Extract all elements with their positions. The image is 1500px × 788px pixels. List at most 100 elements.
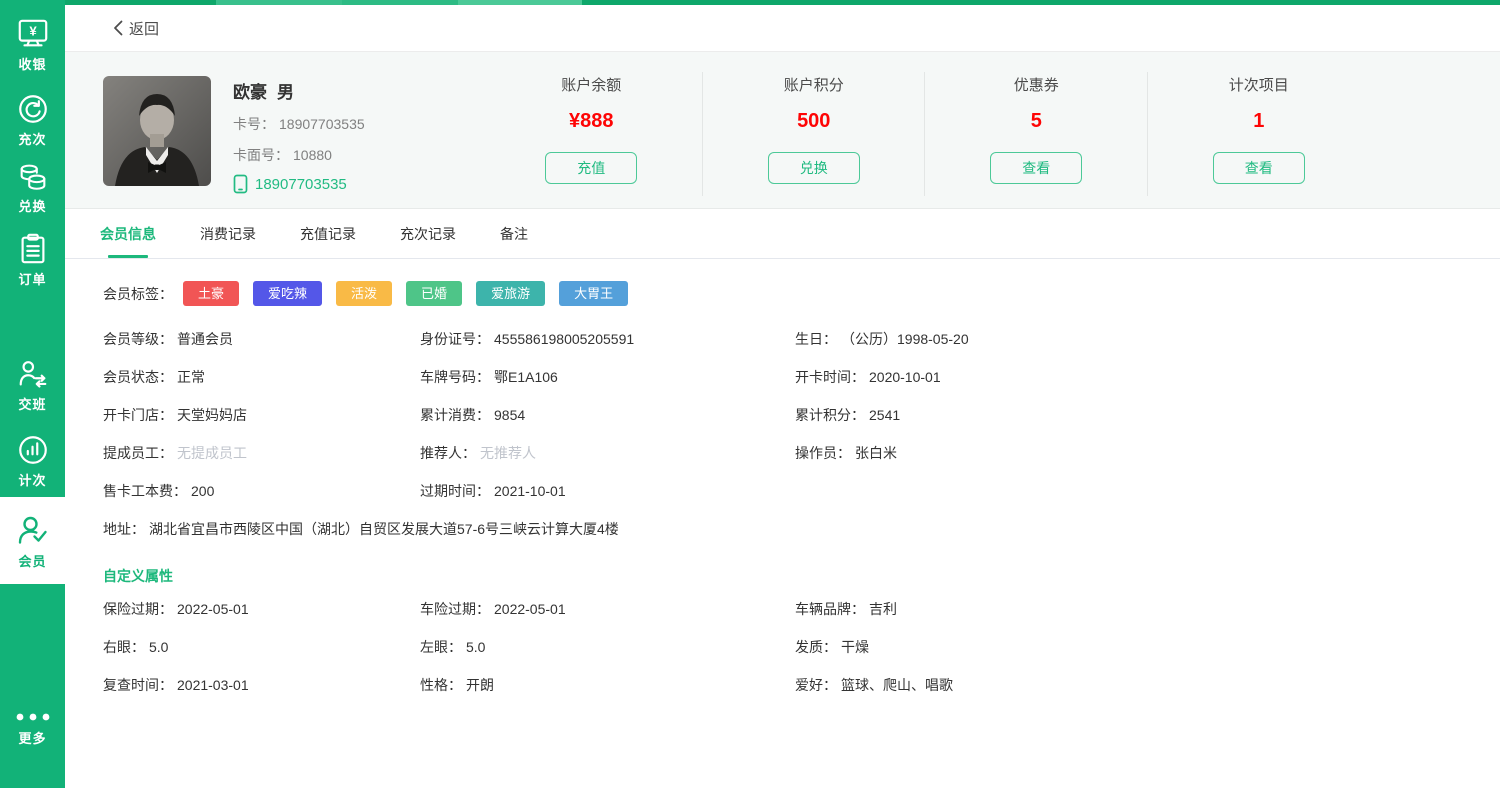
view-coupons-button[interactable]: 查看 (990, 152, 1082, 184)
stat-label: 计次项目 (1148, 74, 1371, 95)
custom-attributes-grid: 保险过期：2022-05-01 车险过期：2022-05-01 车辆品牌：吉利 … (103, 590, 1470, 704)
stat-value: 1 (1148, 110, 1371, 133)
custom-field: 车辆品牌：吉利 (795, 590, 1470, 628)
detail-field: 推荐人：无推荐人 (420, 434, 795, 472)
card-face-value: 10880 (293, 147, 332, 163)
back-button[interactable]: 返回 (113, 18, 159, 39)
sidebar-item-label: 兑换 (0, 196, 65, 215)
view-count-items-button[interactable]: 查看 (1213, 152, 1305, 184)
member-name-row: 欧豪男 (233, 78, 365, 103)
detail-field: 累计积分：2541 (795, 396, 1470, 434)
recharge-button[interactable]: 充值 (545, 152, 637, 184)
topbar: 返回 (65, 5, 1500, 52)
sidebar-item-exchange[interactable]: 兑换 (0, 158, 65, 215)
sidebar: ¥ 收银 充次 兑换 (0, 0, 65, 788)
custom-field: 爱好：篮球、爬山、唱歌 (795, 666, 1470, 704)
custom-field: 左眼：5.0 (420, 628, 795, 666)
card-number-value: 18907703535 (279, 116, 365, 132)
custom-field: 发质：干燥 (795, 628, 1470, 666)
sidebar-item-member[interactable]: 会员 (0, 497, 65, 584)
card-number-label: 卡号： (233, 116, 275, 132)
detail-field: 生日：（公历）1998-05-20 (795, 320, 1470, 358)
sidebar-item-orders[interactable]: 订单 (0, 231, 65, 288)
detail-field: 车牌号码：鄂E1A106 (420, 358, 795, 396)
tab-recharge-times-records[interactable]: 充次记录 (400, 209, 456, 258)
sidebar-item-count[interactable]: 计次 (0, 432, 65, 489)
stat-value: ¥888 (480, 110, 703, 133)
detail-field-empty (795, 472, 1470, 510)
custom-attributes-title: 自定义属性 (103, 562, 1470, 590)
sidebar-item-more[interactable]: 更多 (0, 708, 65, 747)
recharge-times-icon (0, 91, 65, 127)
member-detail-grid: 会员等级：普通会员 身份证号：455586198005205591 生日：（公历… (103, 320, 1470, 510)
detail-field: 开卡时间：2020-10-01 (795, 358, 1470, 396)
sidebar-item-label: 更多 (0, 728, 65, 747)
sidebar-item-label: 计次 (0, 470, 65, 489)
tab-member-info[interactable]: 会员信息 (100, 209, 156, 258)
more-dots-icon (0, 708, 65, 726)
sidebar-item-recharge-times[interactable]: 充次 (0, 91, 65, 148)
member-tags-row: 会员标签： 土豪 爱吃辣 活泼 已婚 爱旅游 大胃王 (103, 281, 1470, 306)
tags-label: 会员标签： (103, 284, 173, 304)
main-panel: 返回 (65, 0, 1500, 788)
stat-label: 账户余额 (480, 74, 703, 95)
stat-points: 账户积分 500 兑换 (703, 74, 926, 208)
detail-field: 会员等级：普通会员 (103, 320, 420, 358)
back-label: 返回 (129, 18, 159, 39)
sidebar-item-label: 收银 (0, 54, 65, 73)
tab-bar: 会员信息 消费记录 充值记录 充次记录 备注 (65, 209, 1500, 259)
detail-field: 身份证号：455586198005205591 (420, 320, 795, 358)
member-summary-card: 欧豪男 卡号：18907703535 卡面号：10880 18907703535 (65, 52, 1500, 209)
detail-field: 开卡门店：天堂妈妈店 (103, 396, 420, 434)
phone-row: 18907703535 (233, 174, 365, 194)
detail-field: 操作员：张白米 (795, 434, 1470, 472)
tab-recharge-records[interactable]: 充值记录 (300, 209, 356, 258)
svg-text:¥: ¥ (29, 23, 37, 38)
member-tag: 土豪 (183, 281, 239, 306)
member-identity: 欧豪男 卡号：18907703535 卡面号：10880 18907703535 (65, 52, 480, 208)
stat-label: 账户积分 (703, 74, 926, 95)
count-stats-icon (0, 432, 65, 468)
card-face-label: 卡面号： (233, 147, 289, 163)
stat-value: 500 (703, 110, 926, 133)
stat-label: 优惠券 (925, 74, 1148, 95)
phone-number: 18907703535 (255, 176, 347, 193)
address-field: 地址：湖北省宜昌市西陵区中国（湖北）自贸区发展大道57-6号三峡云计算大厦4楼 (103, 510, 1470, 548)
detail-field: 累计消费：9854 (420, 396, 795, 434)
account-stats: 账户余额 ¥888 充值 账户积分 500 兑换 优惠券 5 查看 计次项目 1… (480, 52, 1370, 208)
member-detail-content: 会员标签： 土豪 爱吃辣 活泼 已婚 爱旅游 大胃王 会员等级：普通会员 身份证… (65, 259, 1500, 704)
member-tag: 已婚 (406, 281, 462, 306)
cash-register-icon: ¥ (0, 16, 65, 52)
sidebar-item-shift[interactable]: 交班 (0, 356, 65, 413)
card-number-row: 卡号：18907703535 (233, 114, 365, 134)
detail-field: 会员状态：正常 (103, 358, 420, 396)
sidebar-item-label: 订单 (0, 269, 65, 288)
member-name: 欧豪 (233, 83, 267, 102)
custom-field: 性格：开朗 (420, 666, 795, 704)
tab-notes[interactable]: 备注 (500, 209, 528, 258)
custom-field: 车险过期：2022-05-01 (420, 590, 795, 628)
member-tag: 爱旅游 (476, 281, 545, 306)
stat-count-items: 计次项目 1 查看 (1148, 74, 1371, 208)
detail-field: 提成员工：无提成员工 (103, 434, 420, 472)
sidebar-item-label: 充次 (0, 129, 65, 148)
sidebar-item-cashier[interactable]: ¥ 收银 (0, 16, 65, 73)
tab-consumption-records[interactable]: 消费记录 (200, 209, 256, 258)
member-gender: 男 (277, 83, 294, 102)
stat-value: 5 (925, 110, 1148, 133)
redeem-button[interactable]: 兑换 (768, 152, 860, 184)
mobile-phone-icon (233, 174, 248, 194)
detail-field: 售卡工本费：200 (103, 472, 420, 510)
stat-coupons: 优惠券 5 查看 (925, 74, 1148, 208)
member-tag: 活泼 (336, 281, 392, 306)
chevron-left-icon (113, 20, 123, 36)
detail-field: 过期时间：2021-10-01 (420, 472, 795, 510)
custom-field: 复查时间：2021-03-01 (103, 666, 420, 704)
exchange-coins-icon (0, 158, 65, 194)
custom-field: 保险过期：2022-05-01 (103, 590, 420, 628)
top-accent-strip (65, 0, 1500, 5)
stat-balance: 账户余额 ¥888 充值 (480, 74, 703, 208)
member-photo (103, 76, 211, 186)
shift-handover-icon (0, 356, 65, 392)
card-face-row: 卡面号：10880 (233, 145, 365, 165)
